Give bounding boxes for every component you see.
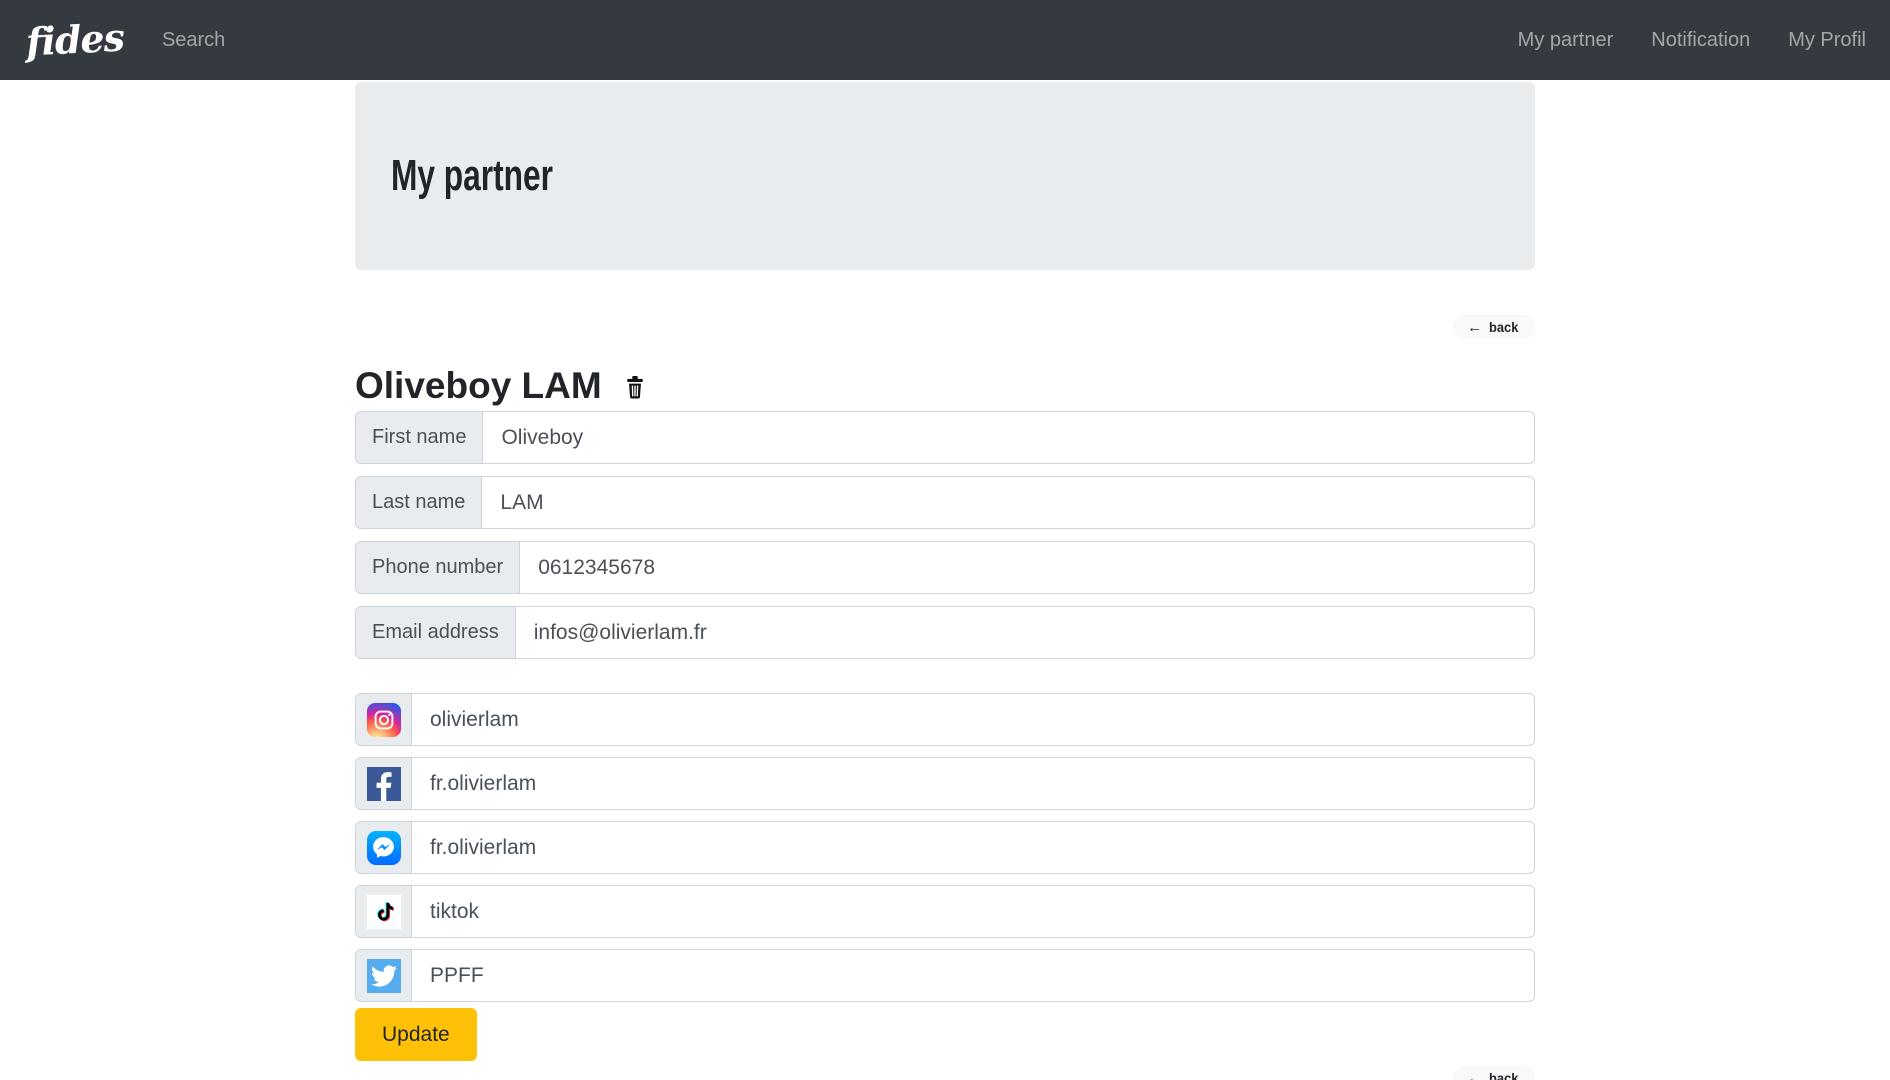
facebook-icon [367, 767, 401, 801]
instagram-label-cell [355, 693, 412, 746]
phone-number-input[interactable] [519, 541, 1535, 594]
nav-my-partner-link[interactable]: My partner [1518, 29, 1614, 52]
last-name-label: Last name [355, 476, 482, 529]
top-navbar: fides Search My partner Notification My … [0, 0, 1890, 80]
jumbotron: My partner [355, 82, 1535, 270]
back-row-bottom: ← back [355, 1066, 1535, 1080]
facebook-input[interactable] [411, 757, 1535, 810]
back-row-top: ← back [355, 315, 1535, 339]
messenger-group [355, 821, 1535, 874]
facebook-label-cell [355, 757, 412, 810]
messenger-input[interactable] [411, 821, 1535, 874]
tiktok-group [355, 885, 1535, 938]
brand-logo[interactable]: fides [25, 18, 125, 61]
tiktok-input[interactable] [411, 885, 1535, 938]
back-button-bottom[interactable]: ← back [1453, 1066, 1535, 1080]
content-container: ← back Oliveboy LAM First name Last name… [355, 315, 1535, 1080]
phone-number-group: Phone number [355, 541, 1535, 594]
instagram-icon [367, 703, 401, 737]
email-address-group: Email address [355, 606, 1535, 659]
messenger-icon [367, 831, 401, 865]
first-name-label: First name [355, 411, 483, 464]
twitter-group [355, 949, 1535, 1002]
back-button-label: back [1489, 1070, 1518, 1080]
first-name-group: First name [355, 411, 1535, 464]
back-button-label: back [1489, 319, 1518, 335]
tiktok-label-cell [355, 885, 412, 938]
facebook-group [355, 757, 1535, 810]
back-arrow-icon: ← [1467, 1071, 1482, 1080]
phone-number-label: Phone number [355, 541, 520, 594]
last-name-group: Last name [355, 476, 1535, 529]
nav-search-link[interactable]: Search [162, 29, 225, 52]
instagram-input[interactable] [411, 693, 1535, 746]
partner-name-title: Oliveboy LAM [355, 367, 602, 404]
back-arrow-icon: ← [1467, 320, 1482, 335]
page-title: My partner [391, 151, 553, 201]
messenger-label-cell [355, 821, 412, 874]
first-name-input[interactable] [482, 411, 1535, 464]
tiktok-icon [367, 895, 401, 929]
delete-partner-button[interactable] [624, 375, 646, 400]
instagram-group [355, 693, 1535, 746]
trash-icon [624, 375, 646, 400]
email-address-input[interactable] [515, 606, 1535, 659]
twitter-input[interactable] [411, 949, 1535, 1002]
last-name-input[interactable] [481, 476, 1535, 529]
email-address-label: Email address [355, 606, 516, 659]
update-button[interactable]: Update [355, 1008, 477, 1061]
nav-notification-link[interactable]: Notification [1651, 29, 1750, 52]
partner-title-row: Oliveboy LAM [355, 365, 1535, 405]
back-button-top[interactable]: ← back [1453, 315, 1535, 339]
twitter-label-cell [355, 949, 412, 1002]
twitter-icon [367, 959, 401, 993]
nav-right-links: My partner Notification My Profil [1518, 29, 1866, 52]
nav-my-profil-link[interactable]: My Profil [1788, 29, 1866, 52]
